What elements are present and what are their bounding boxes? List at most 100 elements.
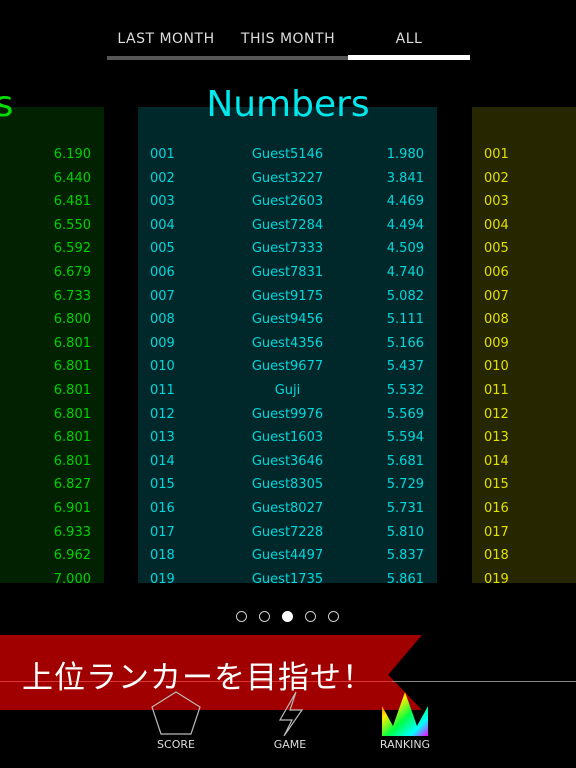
nav-ranking[interactable]: RANKING (365, 690, 445, 751)
page-dot[interactable] (282, 611, 293, 622)
rank-cell: 012 (484, 406, 509, 422)
table-row: 003 (472, 192, 576, 212)
rank-cell: 009 (484, 335, 509, 351)
page-dot[interactable] (305, 611, 316, 622)
table-row: 004 (472, 216, 576, 236)
tab-last-month[interactable]: LAST MONTH (117, 31, 214, 47)
rank-cell: 018 (484, 548, 509, 564)
table-row: 002 Guest3227 3.841 (138, 169, 437, 189)
score-cell: 5.861 (386, 571, 424, 583)
table-row: 002 (472, 169, 576, 189)
rank-cell: 002 (484, 170, 509, 186)
rank-cell: 003 (484, 194, 509, 210)
lightning-icon (278, 691, 304, 736)
table-row: 009 (472, 334, 576, 354)
tab-this-month[interactable]: THIS MONTH (241, 31, 335, 47)
score-cell: 5.569 (386, 406, 424, 422)
table-row: 6.801 (0, 357, 104, 377)
score-cell: 4.509 (386, 241, 424, 257)
score-cell: 6.481 (53, 194, 91, 210)
nav-game[interactable]: GAME (250, 690, 330, 751)
table-row: 6.801 (0, 381, 104, 401)
rank-cell: 014 (484, 453, 509, 469)
table-row: 6.962 (0, 546, 104, 566)
score-cell: 6.901 (53, 501, 91, 516)
score-cell: 6.801 (53, 359, 91, 375)
score-cell: 6.801 (53, 430, 91, 446)
rank-cell: 015 (484, 477, 509, 493)
score-cell: 6.550 (53, 217, 91, 233)
tab-all[interactable]: ALL (396, 31, 423, 47)
ranking-page-numbers[interactable]: 001 Guest5146 1.980 002 Guest3227 3.841 003 Gue… (138, 107, 437, 583)
table-row: 6.481 (0, 192, 104, 212)
rank-cell: 011 (484, 383, 509, 398)
table-row: 004 Guest7284 4.494 (138, 216, 437, 236)
nav-score[interactable]: SCORE (136, 690, 216, 751)
score-cell: 3.841 (386, 170, 424, 186)
ranking-page-right[interactable]: 001 002 003 004 005 006 007 008 009 010 011 012 013 0… (472, 107, 576, 583)
score-cell: 6.801 (53, 406, 91, 422)
score-cell: 5.532 (386, 383, 424, 398)
score-cell: 5.731 (386, 501, 424, 516)
score-cell: 6.933 (53, 524, 91, 540)
score-cell: 5.166 (386, 335, 424, 351)
page-dot[interactable] (328, 611, 339, 622)
rank-cell: 006 (484, 265, 509, 280)
table-row: 011 (472, 381, 576, 401)
score-cell: 5.437 (386, 359, 424, 375)
table-row: 011 Guji 5.532 (138, 381, 437, 401)
table-row: 017 (472, 523, 576, 543)
table-row: 016 (472, 499, 576, 519)
table-row: 6.190 (0, 145, 104, 165)
rank-cell: 008 (484, 312, 509, 328)
page-dot[interactable] (236, 611, 247, 622)
table-row: 005 (472, 239, 576, 259)
table-row: 6.827 (0, 475, 104, 495)
table-row: 013 (472, 428, 576, 448)
rank-cell: 013 (484, 430, 509, 446)
table-row: 013 Guest1603 5.594 (138, 428, 437, 448)
rank-cell: 019 (484, 571, 509, 583)
score-cell: 5.810 (386, 524, 424, 540)
nav-label: RANKING (379, 738, 431, 751)
score-cell: 5.594 (386, 430, 424, 446)
score-cell: 6.733 (53, 288, 91, 304)
page-title: Numbers (206, 84, 370, 125)
left-page-title: s (0, 84, 14, 125)
score-cell: 1.980 (386, 147, 424, 162)
score-cell: 5.837 (386, 548, 424, 564)
table-row: 6.933 (0, 523, 104, 543)
table-row: 012 (472, 405, 576, 425)
tab-indicator-selected (348, 55, 470, 60)
nav-label: GAME (273, 738, 307, 751)
score-cell: 6.190 (53, 147, 91, 162)
table-row: 010 Guest9677 5.437 (138, 357, 437, 377)
table-row: 008 (472, 310, 576, 330)
table-row: 019 (472, 570, 576, 583)
crown-icon (382, 692, 428, 736)
score-cell: 6.962 (53, 548, 91, 564)
nav-label: SCORE (157, 738, 195, 751)
table-row: 7.000 (0, 570, 104, 583)
score-cell: 6.801 (53, 383, 91, 398)
table-row: 018 (472, 546, 576, 566)
table-row: 6.801 (0, 428, 104, 448)
page-dot[interactable] (259, 611, 270, 622)
score-cell: 4.740 (386, 265, 424, 280)
ranking-page-left[interactable]: 6.190 6.440 6.481 6.550 6.592 6.679 6.733 6.800… (0, 107, 104, 583)
score-cell: 5.729 (386, 477, 424, 493)
table-row: 6.901 (0, 499, 104, 519)
rank-cell: 007 (484, 288, 509, 304)
table-row: 019 Guest1735 5.861 (138, 570, 437, 583)
table-row: 010 (472, 357, 576, 377)
score-cell: 5.082 (386, 288, 424, 304)
table-row: 008 Guest9456 5.111 (138, 310, 437, 330)
rank-cell: 010 (484, 359, 509, 375)
table-row: 012 Guest9976 5.569 (138, 405, 437, 425)
table-row: 003 Guest2603 4.469 (138, 192, 437, 212)
table-row: 015 (472, 475, 576, 495)
table-row: 6.801 (0, 405, 104, 425)
score-cell: 5.111 (386, 312, 424, 328)
rank-cell: 004 (484, 217, 509, 233)
score-cell: 6.801 (53, 453, 91, 469)
